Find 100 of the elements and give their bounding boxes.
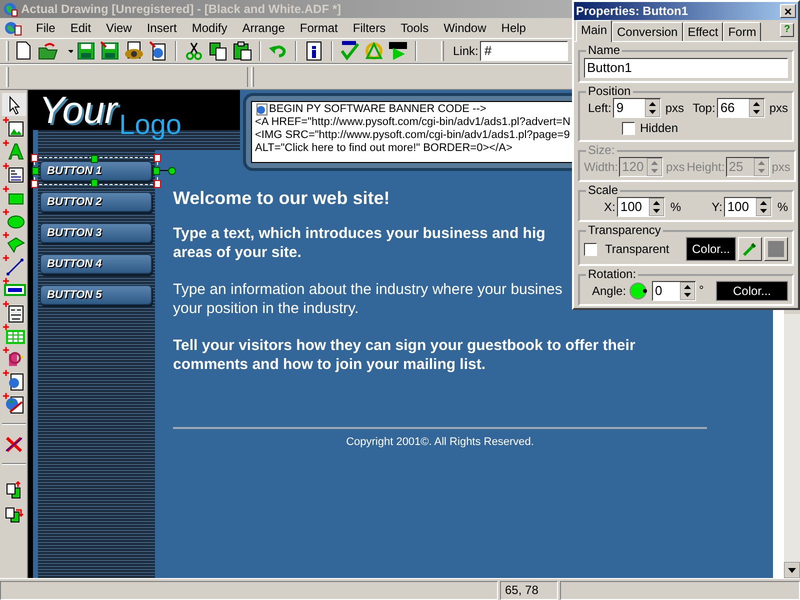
tab[interactable]: Form bbox=[723, 22, 762, 41]
spin-field[interactable]: 100 bbox=[724, 197, 772, 217]
menu-item[interactable]: Filters bbox=[352, 19, 387, 37]
menu-item[interactable]: View bbox=[105, 19, 133, 37]
link-field[interactable]: # bbox=[480, 41, 568, 61]
paragraph: Tell your visitors how they can sign your guestbook to offer their comments and how to join your mailing list. bbox=[173, 336, 636, 374]
code-line: ALT="Click here to find out more!" BORDER=0></A> bbox=[255, 142, 512, 155]
field-label: Height: bbox=[686, 159, 725, 176]
code-line: <A HREF="http://www.pysoft.com/cgi-bin/adv1/ads1.pl?advert=N bbox=[255, 116, 570, 129]
menu-item[interactable]: Insert bbox=[146, 19, 178, 37]
table-icon[interactable] bbox=[2, 323, 26, 346]
spin-arrows-icon[interactable] bbox=[680, 282, 696, 300]
spin-arrows-icon[interactable] bbox=[645, 99, 660, 117]
menu-item[interactable]: Help bbox=[500, 19, 527, 37]
group-label: Position bbox=[587, 85, 632, 98]
menu-item[interactable]: Edit bbox=[69, 19, 92, 37]
menu-item[interactable]: Window bbox=[442, 19, 488, 37]
field-label: Hidden bbox=[640, 120, 678, 137]
color-button[interactable]: Color... bbox=[716, 281, 788, 301]
close-button[interactable]: × bbox=[780, 4, 796, 18]
menu-item[interactable]: Arrange bbox=[241, 19, 286, 37]
spin-field[interactable]: 66 bbox=[717, 98, 766, 118]
globe-page-icon[interactable] bbox=[2, 392, 26, 415]
selection-frame[interactable] bbox=[31, 154, 176, 188]
polygon-icon[interactable] bbox=[2, 231, 26, 254]
checkbox[interactable] bbox=[584, 242, 597, 256]
color-button[interactable]: Color... bbox=[686, 237, 736, 261]
field-label: Left: bbox=[588, 100, 612, 117]
document-icon[interactable] bbox=[4, 20, 22, 36]
nav-button[interactable]: BUTTON 4 bbox=[40, 254, 152, 274]
group-label: Name bbox=[587, 44, 622, 57]
window-title: Actual Drawing [Unregistered] - [Black and White.ADF *] bbox=[21, 1, 342, 18]
floppy-icon[interactable] bbox=[75, 40, 97, 62]
color-swatch bbox=[768, 241, 784, 257]
nav-button[interactable]: BUTTON 1 bbox=[40, 161, 152, 181]
nav-button[interactable]: BUTTON 3 bbox=[40, 223, 152, 243]
menu-item[interactable]: File bbox=[35, 19, 56, 37]
logo-text: Logo bbox=[119, 112, 182, 138]
spin-field[interactable]: 0 bbox=[652, 281, 696, 301]
spin-field[interactable]: 9 bbox=[613, 98, 662, 118]
field-label: pxs bbox=[769, 100, 788, 117]
form-icon[interactable] bbox=[2, 300, 26, 323]
field-label: pxs bbox=[772, 159, 790, 176]
vertical-scrollbar[interactable] bbox=[784, 314, 800, 578]
flash-icon[interactable] bbox=[2, 346, 26, 369]
text-tool-icon[interactable] bbox=[2, 139, 26, 162]
field-label: ° bbox=[699, 282, 704, 299]
field-label: Width: bbox=[584, 159, 618, 176]
spin-arrows-icon[interactable] bbox=[649, 198, 664, 216]
nav-button[interactable]: BUTTON 5 bbox=[40, 285, 152, 305]
code-line: BEGIN PY SOFTWARE BANNER CODE --> bbox=[269, 103, 486, 116]
swatch-button[interactable] bbox=[764, 237, 788, 261]
text-box-icon[interactable] bbox=[2, 162, 26, 185]
pointer-icon[interactable] bbox=[2, 93, 26, 116]
group-label: Transparency bbox=[587, 224, 662, 237]
field-label: Y: bbox=[712, 199, 722, 216]
browser-page-icon[interactable] bbox=[2, 369, 26, 392]
ellipse-icon[interactable] bbox=[2, 208, 26, 231]
menu-item[interactable]: Modify bbox=[190, 19, 228, 37]
floppy-icon[interactable] bbox=[99, 40, 121, 62]
field-label: Angle: bbox=[592, 283, 626, 300]
group-label: Scale bbox=[587, 184, 620, 197]
code-line: <IMG SRC="http://www.pysoft.com/cgi-bin/adv1/ads1.pl?page=9 bbox=[255, 129, 570, 142]
group-label: Rotation: bbox=[587, 268, 638, 281]
checkbox[interactable] bbox=[622, 122, 635, 134]
field-label: pxs bbox=[666, 159, 685, 176]
line-icon[interactable] bbox=[2, 254, 26, 277]
field-label: pxs bbox=[665, 100, 684, 117]
image-tool-icon[interactable] bbox=[2, 116, 26, 139]
link-label: Link: bbox=[453, 43, 478, 60]
film-icon[interactable] bbox=[387, 40, 409, 62]
logo-text: Your bbox=[39, 92, 118, 130]
tab[interactable]: Effect bbox=[682, 22, 724, 41]
field-label: % bbox=[777, 199, 788, 216]
nav-button[interactable]: BUTTON 2 bbox=[40, 192, 152, 212]
eyedropper-button[interactable] bbox=[738, 237, 762, 261]
copy-icon[interactable] bbox=[207, 40, 229, 62]
globe-icon bbox=[2, 1, 18, 17]
scroll-down-icon[interactable] bbox=[784, 562, 800, 578]
spin-field[interactable]: 100 bbox=[617, 197, 666, 217]
field-label: Transparent bbox=[605, 241, 670, 258]
field-label: % bbox=[670, 199, 682, 216]
tab[interactable]: Conversion bbox=[612, 22, 683, 41]
angle-dial-icon[interactable] bbox=[629, 281, 650, 301]
copyright-text: Copyright 2001©. All Rights Reserved. bbox=[345, 435, 535, 450]
field-label: Top: bbox=[692, 100, 716, 117]
eyedropper-icon bbox=[742, 241, 758, 257]
spin-arrows-icon[interactable] bbox=[749, 99, 764, 117]
menu-item[interactable]: Tools bbox=[400, 19, 430, 37]
name-field[interactable]: Button1 bbox=[584, 58, 788, 78]
scissors-icon[interactable] bbox=[183, 40, 205, 62]
eye-icon[interactable] bbox=[123, 40, 145, 62]
group-label: Size: bbox=[587, 144, 616, 157]
folder-icon[interactable] bbox=[37, 40, 59, 62]
spin-arrows-icon[interactable] bbox=[756, 198, 772, 216]
panel-title: Properties: Button1 bbox=[576, 3, 688, 20]
menu-item[interactable]: Format bbox=[298, 19, 339, 37]
check-icon[interactable] bbox=[339, 40, 361, 62]
clipboard-icon[interactable] bbox=[231, 40, 253, 62]
tab[interactable]: Main bbox=[576, 20, 612, 42]
